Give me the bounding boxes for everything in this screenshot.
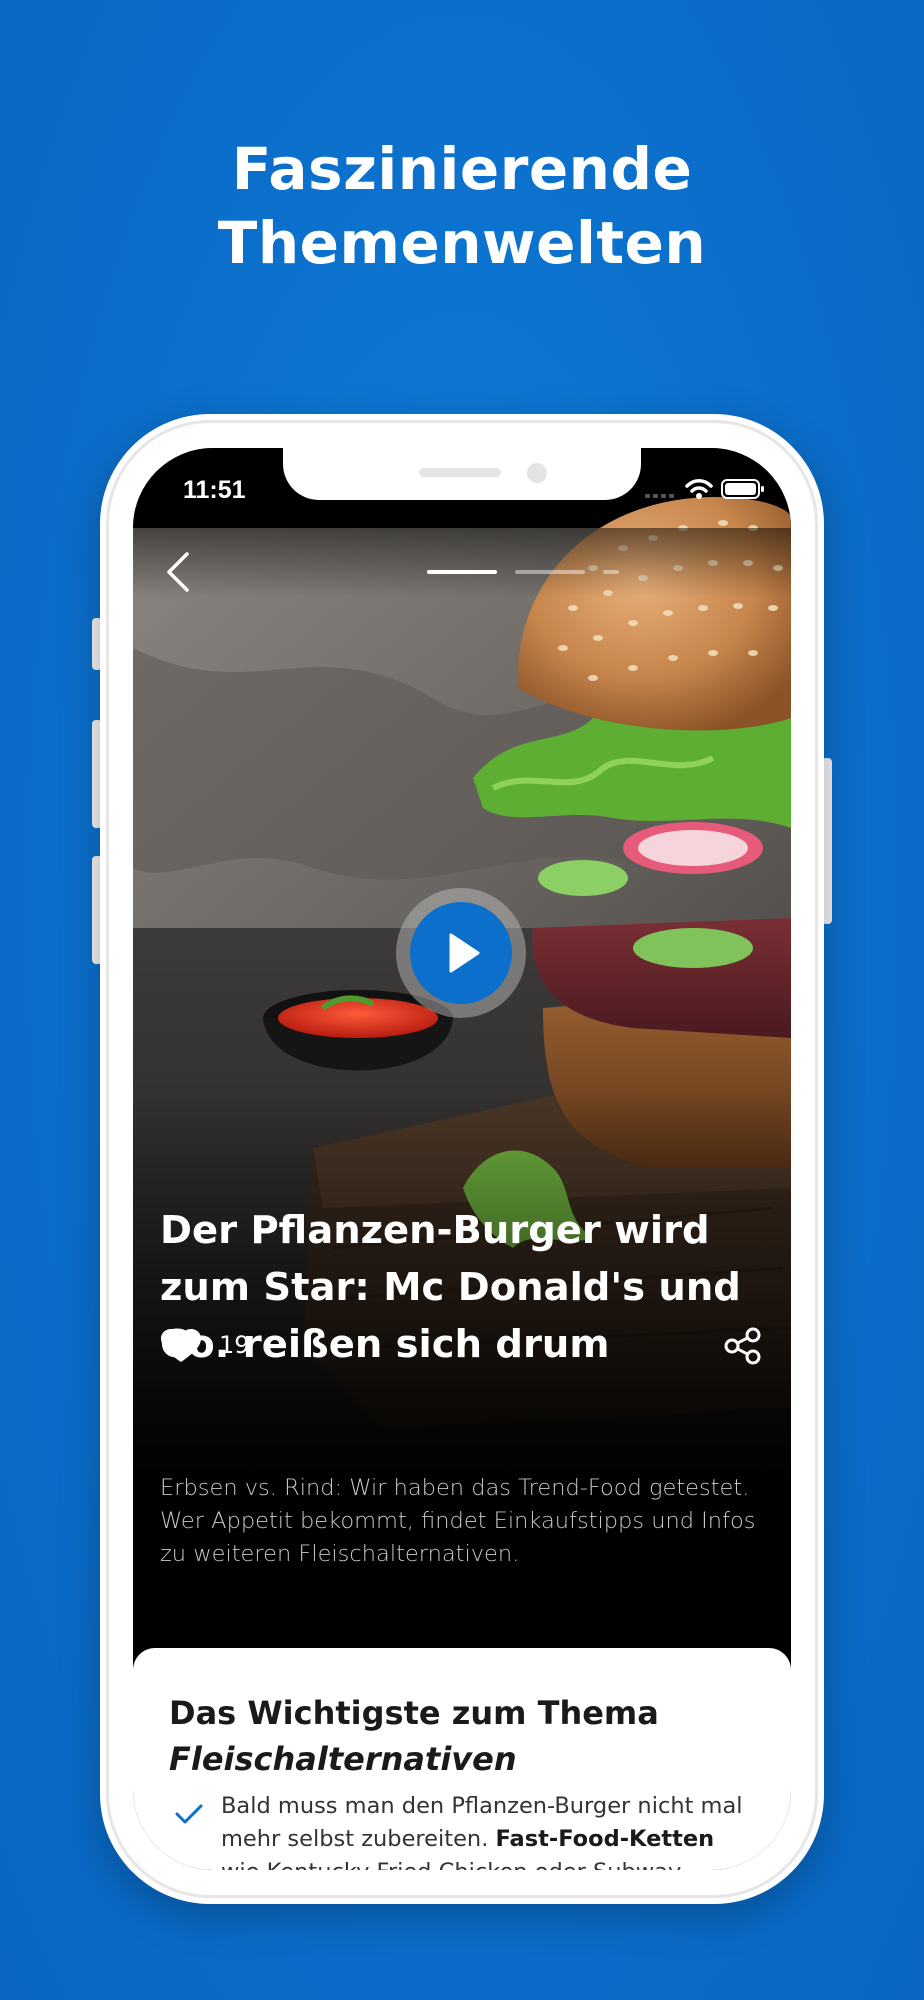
key-points-card[interactable]: Das Wichtigste zum Thema Fleischalternat… — [133, 1648, 791, 1870]
like-button[interactable] — [160, 1328, 202, 1364]
key-points-heading: Das Wichtigste zum Thema — [169, 1694, 659, 1732]
story-progress-segment — [515, 570, 585, 574]
key-point-highlight: Fast-Food-Ketten — [495, 1826, 715, 1852]
signal-icon — [645, 494, 674, 498]
play-button-disc — [410, 902, 512, 1004]
play-icon — [449, 933, 480, 973]
like-count: 19 — [219, 1331, 250, 1359]
story-progress-segment — [427, 570, 497, 574]
phone-speaker — [419, 468, 501, 477]
promo-headline-line2: Themenwelten — [217, 209, 707, 277]
promo-headline-line1: Faszinierende — [231, 135, 693, 203]
checkmark-icon — [175, 1804, 203, 1824]
key-point-item: Bald muss man den Pflanzen-Burger nicht … — [221, 1790, 751, 1870]
phone-frame: 11:51 Der Pflanzen-Burger wird zum Star:… — [100, 414, 824, 1904]
battery-icon — [721, 479, 764, 499]
back-button[interactable] — [161, 548, 197, 596]
article-teaser: Erbsen vs. Rind: Wir haben das Trend-Foo… — [160, 1475, 756, 1567]
heart-icon — [161, 1329, 201, 1362]
key-points-title: Das Wichtigste zum Thema Fleischalternat… — [169, 1690, 769, 1782]
chevron-left-icon — [167, 552, 189, 592]
share-button[interactable] — [723, 1326, 763, 1366]
share-icon — [724, 1327, 761, 1365]
wifi-icon — [685, 479, 713, 499]
status-bar-time: 11:51 — [183, 476, 246, 504]
play-video-button[interactable] — [396, 888, 526, 1018]
phone-camera — [527, 463, 547, 483]
phone-screen: 11:51 Der Pflanzen-Burger wird zum Star:… — [133, 448, 791, 1870]
promo-headline: Faszinierende Themenwelten — [0, 132, 924, 280]
phone-notch — [283, 448, 641, 500]
key-point-continuation: wie Kentucky Fried Chicken oder Subway h… — [221, 1859, 681, 1870]
article-title[interactable]: Der Pflanzen-Burger wird zum Star: Mc Do… — [160, 1202, 760, 1373]
key-points-topic: Fleischalternativen — [169, 1740, 517, 1778]
story-progress-segment — [603, 570, 619, 574]
status-bar-icons — [645, 478, 765, 500]
